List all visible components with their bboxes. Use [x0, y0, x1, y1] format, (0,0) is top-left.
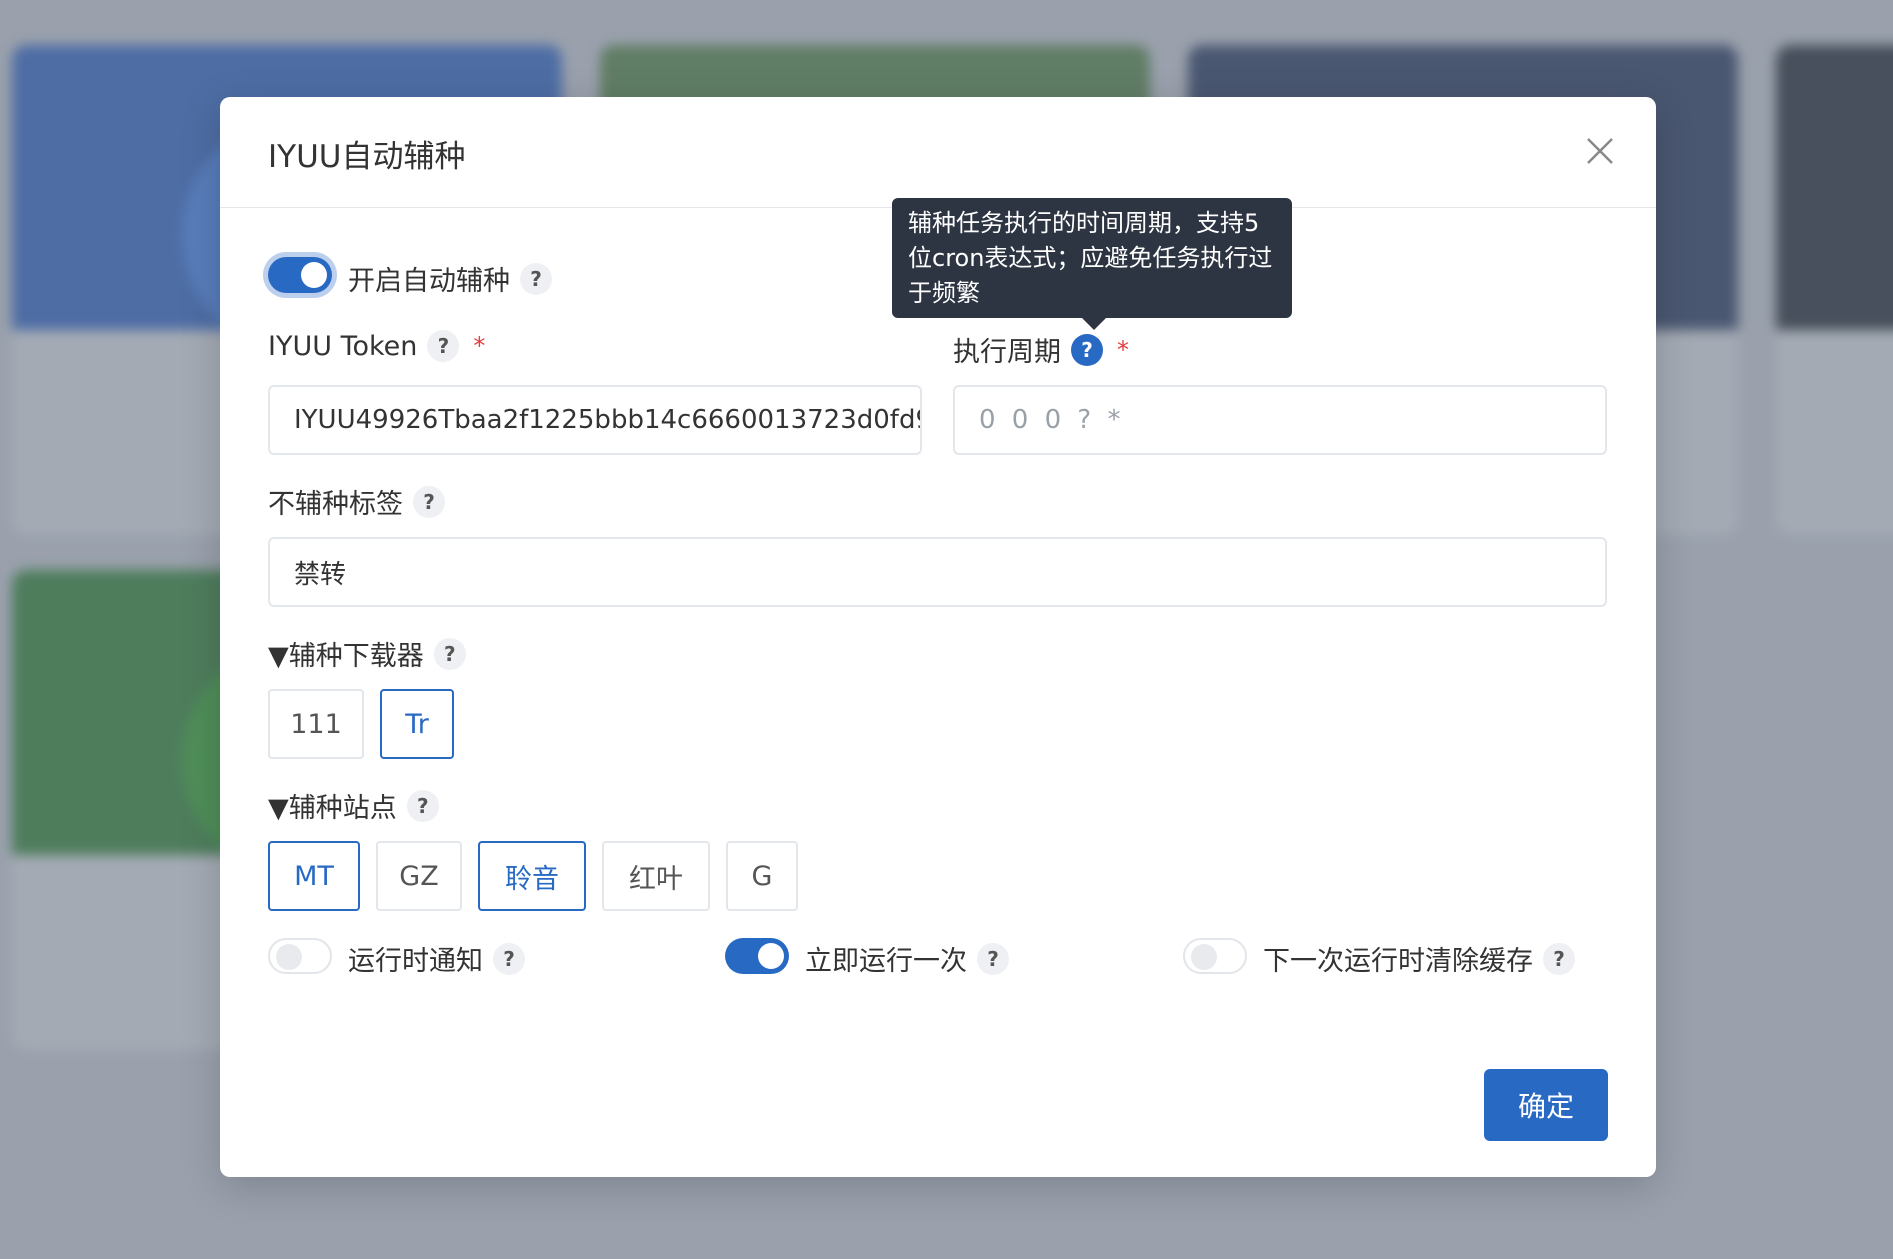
downloader-chip-tr[interactable]: Tr	[380, 689, 454, 759]
run-once-label-row: 立即运行一次 ?	[805, 939, 1009, 978]
help-icon[interactable]: ?	[1071, 333, 1103, 366]
help-icon[interactable]: ?	[427, 330, 460, 362]
tooltip-line: 于频繁	[908, 279, 980, 307]
enable-label-row: 开启自动辅种 ?	[348, 259, 552, 298]
switch-knob	[758, 943, 784, 969]
confirm-button[interactable]: 确定	[1484, 1069, 1608, 1141]
downloader-chip-111[interactable]: 111	[268, 689, 364, 759]
switch-knob	[301, 262, 327, 288]
notify-switch[interactable]	[268, 938, 332, 974]
cron-help-tooltip: 辅种任务执行的时间周期，支持5 位cron表达式；应避免任务执行过 于频繁	[892, 198, 1292, 330]
enable-label: 开启自动辅种	[348, 266, 510, 297]
site-chip-hongye[interactable]: 红叶	[602, 841, 710, 911]
downloaders-label[interactable]: ▼辅种下载器	[268, 634, 424, 673]
help-icon[interactable]: ?	[1543, 942, 1575, 975]
site-chip-g[interactable]: G	[726, 841, 798, 911]
close-icon	[1587, 138, 1613, 164]
required-mark: *	[1117, 335, 1129, 364]
run-once-label: 立即运行一次	[805, 946, 967, 977]
cron-label-row: 执行周期 ? *	[953, 330, 1129, 369]
switch-knob	[1191, 944, 1217, 970]
tooltip-line: 辅种任务执行的时间周期，支持5	[908, 209, 1260, 237]
run-once-switch[interactable]	[725, 938, 789, 974]
token-label-row: IYUU Token ? *	[268, 330, 485, 362]
token-label: IYUU Token	[268, 330, 418, 362]
clear-cache-label-row: 下一次运行时清除缓存 ?	[1263, 939, 1575, 978]
token-input[interactable]: IYUU49926Tbaa2f1225bbb14c6660013723d0fd9…	[268, 385, 922, 455]
help-icon[interactable]: ?	[977, 942, 1009, 975]
site-chip-mt[interactable]: MT	[268, 841, 360, 911]
notify-label-row: 运行时通知 ?	[348, 939, 525, 978]
exclude-label-row: 不辅种标签 ?	[268, 482, 445, 521]
exclude-tag-input[interactable]: 禁转	[268, 537, 1607, 607]
site-chip-lingyin[interactable]: 聆音	[478, 841, 586, 911]
required-mark: *	[473, 332, 486, 360]
help-icon[interactable]: ?	[433, 637, 466, 670]
help-icon[interactable]: ?	[413, 485, 445, 518]
dialog-title: IYUU自动辅种	[268, 139, 466, 175]
switch-knob	[276, 944, 302, 970]
cron-label: 执行周期	[953, 337, 1061, 368]
close-button[interactable]	[1580, 131, 1620, 171]
tooltip-line: 位cron表达式；应避免任务执行过	[908, 244, 1273, 272]
clear-cache-label: 下一次运行时清除缓存	[1263, 946, 1533, 977]
site-chip-gz[interactable]: GZ	[376, 841, 462, 911]
cron-input[interactable]: 0 0 0 ? *	[953, 385, 1607, 455]
help-icon[interactable]: ?	[493, 942, 525, 975]
downloaders-label-row[interactable]: ▼辅种下载器 ?	[268, 634, 466, 673]
dialog-header: IYUU自动辅种	[220, 97, 1656, 208]
sites-label-row[interactable]: ▼辅种站点 ?	[268, 786, 439, 825]
notify-label: 运行时通知	[348, 946, 483, 977]
exclude-label: 不辅种标签	[268, 489, 403, 520]
clear-cache-switch[interactable]	[1183, 938, 1247, 974]
help-icon[interactable]: ?	[406, 789, 439, 822]
tooltip-arrow	[1082, 318, 1106, 330]
sites-label[interactable]: ▼辅种站点	[268, 786, 397, 825]
help-icon[interactable]: ?	[520, 262, 552, 295]
enable-switch[interactable]	[268, 257, 332, 293]
